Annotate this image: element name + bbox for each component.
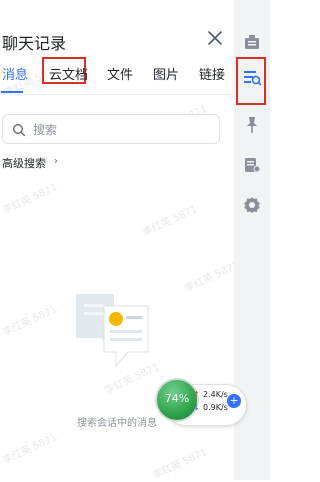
watermark: 李红英 5871 (151, 446, 210, 482)
group-settings-icon[interactable] (242, 155, 262, 175)
tab-files[interactable]: 文件 (107, 64, 133, 83)
watermark: 李红英 5871 (1, 431, 60, 467)
active-tab-indicator (1, 91, 23, 93)
watermark: 李红英 5871 (1, 181, 60, 217)
watermark: 李红英 5871 (1, 303, 60, 339)
chevron-right-icon: › (54, 156, 58, 167)
tab-links[interactable]: 链接 (199, 64, 225, 83)
download-speed: 0.9K/s (203, 403, 228, 412)
gear-icon[interactable] (242, 195, 262, 215)
tabs-divider (0, 94, 234, 95)
advanced-search-label: 高级搜索 (2, 157, 46, 170)
chat-history-panel: 李红英 5871 李红英 5871 李红英 5871 李红英 5871 李红英 … (0, 0, 270, 482)
empty-state-illustration (74, 292, 150, 368)
watermark: 李红英 5871 (183, 259, 242, 295)
search-history-icon[interactable] (242, 68, 262, 88)
search-input[interactable] (31, 119, 215, 141)
search-box[interactable] (2, 114, 220, 144)
upload-speed: 2.4K/s (203, 390, 228, 399)
tab-cloud-docs[interactable]: 云文档 (49, 64, 88, 83)
close-icon[interactable] (206, 29, 224, 47)
tab-images[interactable]: 图片 (153, 64, 179, 83)
pin-icon[interactable] (242, 115, 262, 135)
arrow-up-icon: ↑ (193, 390, 200, 399)
arrow-down-icon: ↓ (193, 403, 200, 412)
panel-title: 聊天记录 (2, 34, 67, 53)
tab-bar: 消息 云文档 文件 图片 链接 (0, 57, 234, 93)
watermark: 李红英 5871 (141, 203, 200, 239)
network-monitor-widget[interactable]: 74% ↑ 2.4K/s ↓ 0.9K/s + (155, 378, 247, 428)
plus-icon[interactable]: + (227, 394, 241, 408)
tab-messages[interactable]: 消息 (2, 64, 28, 83)
group-announcement-icon[interactable] (242, 32, 262, 52)
advanced-search-link[interactable]: 高级搜索 › (2, 155, 58, 171)
search-icon (12, 122, 26, 137)
